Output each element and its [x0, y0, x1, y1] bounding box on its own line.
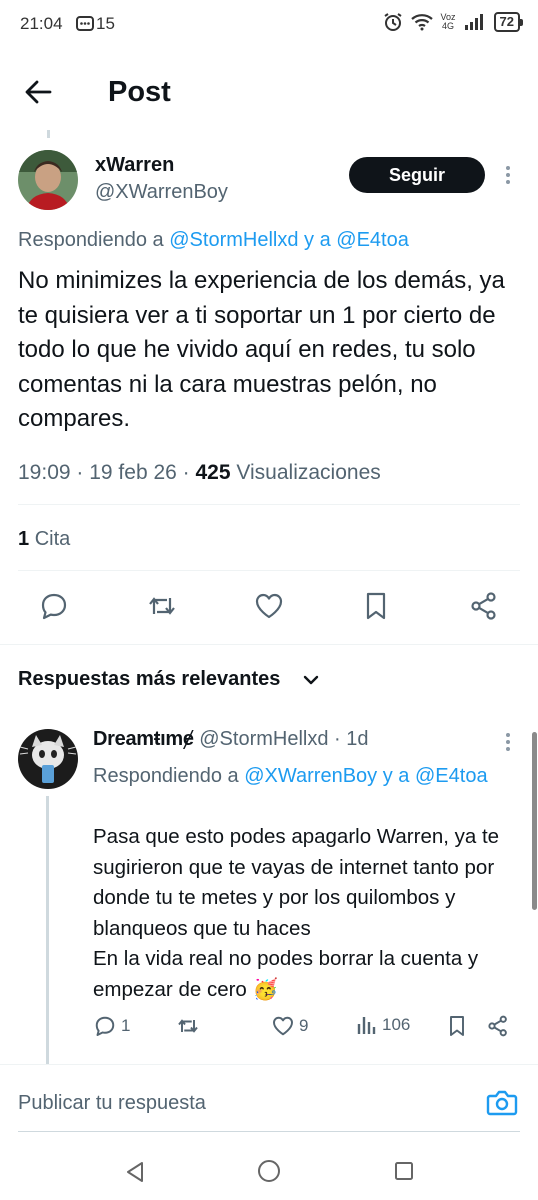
battery-indicator: 72 [493, 12, 524, 32]
signal-icon [464, 14, 486, 30]
replying-join: y a [304, 229, 331, 251]
nav-recents-button[interactable] [394, 1161, 414, 1181]
nav-back-button[interactable] [124, 1160, 146, 1184]
share-button[interactable] [468, 590, 500, 622]
camera-icon[interactable] [486, 1088, 518, 1118]
repost-icon [178, 1019, 198, 1033]
comment-icon [95, 1016, 115, 1036]
mention-link[interactable]: @StormHellxd [169, 229, 298, 251]
triangle-back-icon [127, 1162, 143, 1182]
more-vertical-icon [506, 166, 510, 184]
replying-prefix: Respondiendo a [18, 229, 164, 251]
heart-icon [255, 593, 283, 619]
reply-button[interactable]: 1 [93, 1014, 130, 1038]
reply-text-paragraph: Pasa que esto podes apagarlo Warren, ya … [93, 825, 500, 940]
arrow-left-icon [25, 80, 52, 104]
composer-divider [0, 1064, 538, 1065]
thread-connector [47, 130, 50, 138]
replies-sort-label[interactable]: Respuestas más relevantes [18, 668, 280, 691]
mention-link[interactable]: @E4toa [415, 765, 488, 787]
author-name[interactable]: xWarren [95, 154, 174, 177]
like-button[interactable]: 9 [271, 1014, 308, 1038]
reply-input[interactable]: Publicar tu respuesta [18, 1092, 206, 1115]
reply-count: 1 [121, 1016, 131, 1035]
divider [18, 570, 520, 571]
post-meta: 19:09 · 19 feb 26 · 425 Visualizaciones [18, 461, 381, 484]
bookmark-button[interactable] [445, 1014, 469, 1038]
avatar[interactable] [18, 729, 78, 789]
follow-button[interactable]: Seguir [349, 157, 485, 193]
comment-icon [41, 593, 67, 620]
more-vertical-icon [506, 733, 510, 751]
post-time: 19:09 [18, 461, 71, 484]
mention-link[interactable]: @E4toa [336, 229, 409, 251]
separator-dot: · [334, 728, 341, 750]
more-options-button[interactable] [500, 730, 516, 754]
status-time: 21:04 [20, 14, 63, 33]
divider [18, 504, 520, 505]
page-title: Post [108, 76, 171, 108]
composer-underline [18, 1131, 520, 1132]
chevron-down-icon[interactable] [302, 671, 320, 689]
reply-text: Pasa que esto podes apagarlo Warren, ya … [93, 822, 523, 1005]
like-button[interactable] [253, 590, 285, 622]
views-button[interactable]: 106 [356, 1014, 410, 1036]
replying-to: Respondiendo a @XWarrenBoy y a @E4toa [93, 761, 513, 791]
heart-icon [273, 1016, 293, 1036]
quote-count-number: 1 [18, 528, 30, 550]
network-type: Voz 4G [441, 13, 456, 31]
repost-button[interactable] [146, 590, 178, 622]
alarm-icon [383, 12, 403, 32]
scrollbar[interactable] [532, 732, 537, 910]
bookmark-button[interactable] [360, 590, 392, 622]
views-label: Visualizaciones [236, 461, 381, 484]
share-button[interactable] [486, 1014, 510, 1038]
post-date: 19 feb 26 [89, 461, 177, 484]
views-count: 106 [382, 1015, 411, 1034]
share-icon [488, 1015, 507, 1037]
avatar[interactable] [18, 150, 78, 210]
nav-home-button[interactable] [257, 1159, 281, 1183]
analytics-icon [357, 1017, 376, 1034]
wifi-icon [410, 13, 433, 31]
quote-count-label: Cita [34, 528, 71, 550]
mention-link[interactable]: @XWarrenBoy [244, 765, 377, 787]
reply-author-name[interactable]: Dreamŧımɇ [93, 728, 194, 750]
reply-button[interactable] [38, 590, 70, 622]
share-icon [471, 592, 496, 620]
reply-text-paragraph: En la vida real no podes borrar la cuent… [93, 947, 479, 1001]
bookmark-icon [450, 1016, 464, 1036]
post-text: No minimizes la experiencia de los demás… [18, 267, 505, 432]
back-button[interactable] [22, 76, 62, 108]
section-divider [0, 644, 538, 645]
replying-to: Respondiendo a @StormHellxd y a @E4toa [18, 229, 409, 252]
notification-icon [76, 16, 94, 32]
repost-button[interactable] [176, 1014, 200, 1038]
replying-prefix: Respondiendo a [93, 765, 239, 787]
more-options-button[interactable] [500, 163, 516, 187]
author-handle[interactable]: @XWarrenBoy [95, 181, 228, 204]
quote-count[interactable]: 1 Cita [18, 528, 70, 551]
status-icons: Voz 4G 72 [383, 12, 524, 32]
bookmark-icon [366, 592, 386, 620]
square-recents-icon [395, 1162, 413, 1180]
circle-home-icon [258, 1160, 280, 1182]
network-bottom-label: 4G [442, 21, 455, 31]
like-count: 9 [299, 1016, 309, 1035]
reply-header: Dreamŧımɇ @StormHellxd · 1d [93, 728, 369, 751]
reply-date: 1d [346, 728, 369, 750]
reply-author-handle[interactable]: @StormHellxd [199, 728, 328, 750]
thread-line [46, 796, 49, 1064]
views-count: 425 [195, 461, 231, 484]
replying-join: y a [382, 765, 410, 787]
repost-icon [149, 597, 175, 615]
notification-count: 15 [96, 14, 115, 33]
